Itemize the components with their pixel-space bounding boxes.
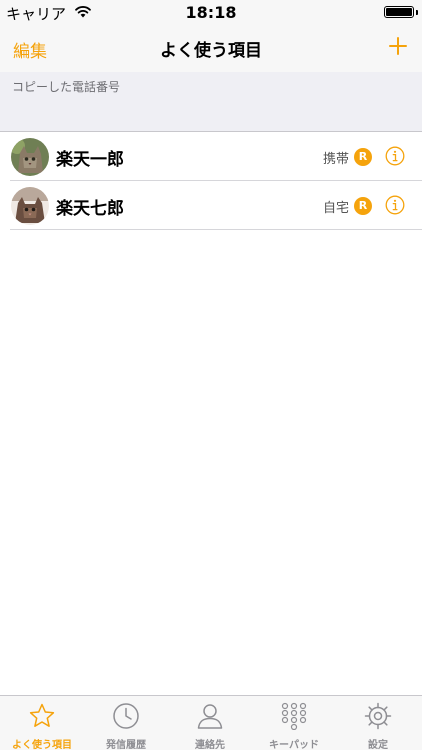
tab-label: 発信履歴 [106,740,146,751]
clipboard-section[interactable]: コピーした電話番号 [0,72,422,132]
info-icon[interactable] [385,195,405,215]
battery-icon [384,6,414,18]
contact-row[interactable]: 楽天一郎 携帯 R [0,132,422,181]
keypad-icon [281,702,307,730]
rakuten-badge: R [354,197,372,215]
status-time: 18:18 [185,3,237,22]
contact-name: 楽天一郎 [56,150,124,170]
clipboard-label: コピーした電話番号 [12,80,121,94]
gear-icon [364,702,392,730]
cat-photo-avatar [11,138,49,176]
tab-bar: よく使う項目 発信履歴 連絡先 キーパッド 設定 [0,695,422,751]
tab-recents[interactable]: 発信履歴 [84,696,168,751]
phone-type-label: 携帯 [322,152,349,167]
rakuten-badge: R [354,148,372,166]
page-title: よく使う項目 [160,41,262,61]
status-bar: キャリア 18:18 [0,0,422,26]
contact-name: 楽天七郎 [56,199,124,219]
tab-label: 設定 [368,740,388,751]
tab-contacts[interactable]: 連絡先 [168,696,252,751]
tab-label: よく使う項目 [12,740,72,751]
clock-icon [113,703,139,729]
nav-bar: 編集 よく使う項目 [0,26,422,72]
battery-tip [416,10,418,15]
cat-photo-avatar [11,187,49,225]
info-icon[interactable] [385,146,405,166]
tab-keypad[interactable]: キーパッド [252,696,336,751]
person-icon [197,704,223,729]
tab-settings[interactable]: 設定 [336,696,420,751]
plus-icon[interactable] [386,34,410,58]
tab-label: キーパッド [269,740,319,751]
contact-row[interactable]: 楽天七郎 自宅 R [0,181,422,230]
tab-favorites[interactable]: よく使う項目 [0,696,84,751]
tab-label: 連絡先 [195,740,225,751]
phone-type-label: 自宅 [322,201,349,216]
star-icon [29,703,55,727]
row-divider [10,229,422,230]
